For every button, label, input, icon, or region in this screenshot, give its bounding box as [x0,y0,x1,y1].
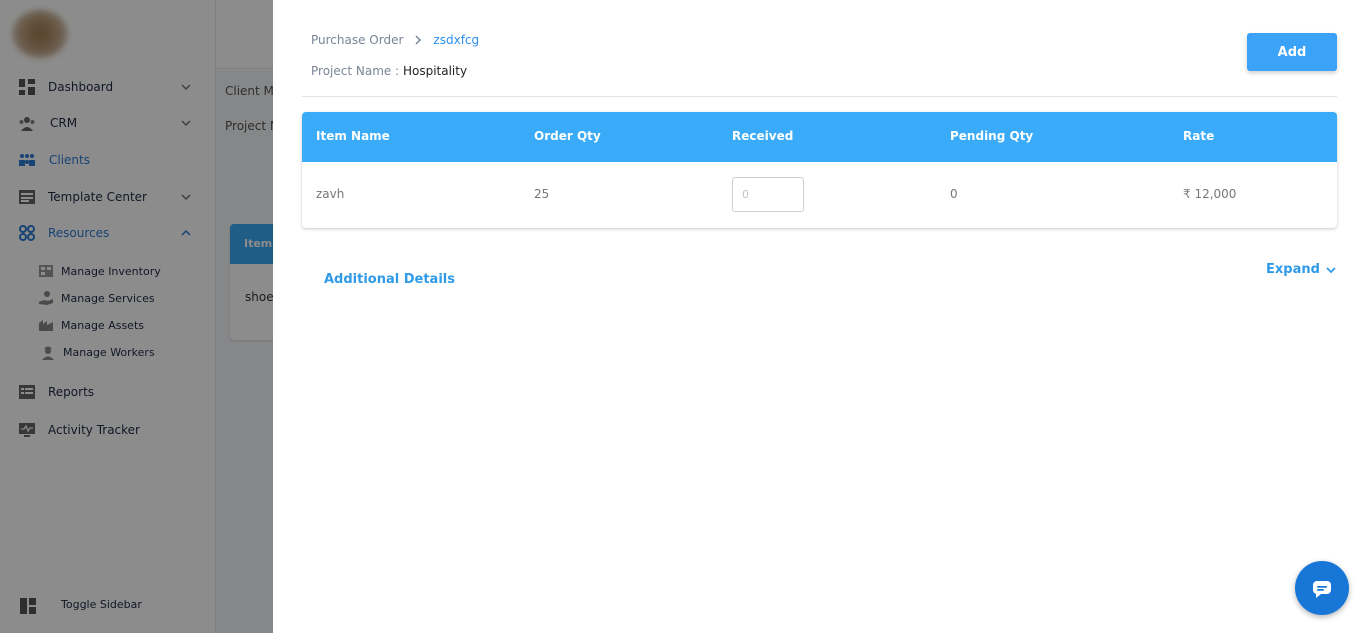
add-button[interactable]: Add [1247,33,1337,71]
chevron-right-icon [415,35,422,45]
column-header-item-name: Item Name [316,129,390,143]
column-header-rate: Rate [1183,129,1215,143]
expand-label: Expand [1266,262,1320,277]
cell-order-qty: 25 [534,187,550,201]
cell-rate: ₹ 12,000 [1183,187,1237,201]
header-divider [302,96,1337,97]
column-header-received: Received [732,129,794,143]
chevron-down-icon [1326,266,1336,273]
table-header: Item Name Order Qty Received Pending Qty… [302,112,1337,162]
purchase-order-drawer: Purchase Order zsdxfcg Project Name : Ho… [273,0,1366,633]
breadcrumb-current[interactable]: zsdxfcg [433,33,479,47]
breadcrumb-purchase-order[interactable]: Purchase Order [311,33,403,47]
chat-icon [1313,581,1331,598]
items-table: Item Name Order Qty Received Pending Qty… [302,112,1337,228]
received-qty-input[interactable] [732,177,804,212]
expand-button[interactable]: Expand [1266,262,1337,277]
additional-details-heading: Additional Details [324,272,455,287]
project-name: Project Name : Hospitality [311,64,467,78]
cell-item-name: zavh [316,187,345,201]
breadcrumb: Purchase Order zsdxfcg [311,33,479,47]
project-name-value: Hospitality [402,64,468,78]
cell-pending-qty: 0 [950,187,958,201]
column-header-pending-qty: Pending Qty [950,129,1034,143]
chat-button[interactable] [1295,561,1349,615]
table-row: zavh 25 0 ₹ 12,000 [302,162,1337,228]
project-name-label: Project Name : [311,64,403,78]
column-header-order-qty: Order Qty [534,129,601,143]
